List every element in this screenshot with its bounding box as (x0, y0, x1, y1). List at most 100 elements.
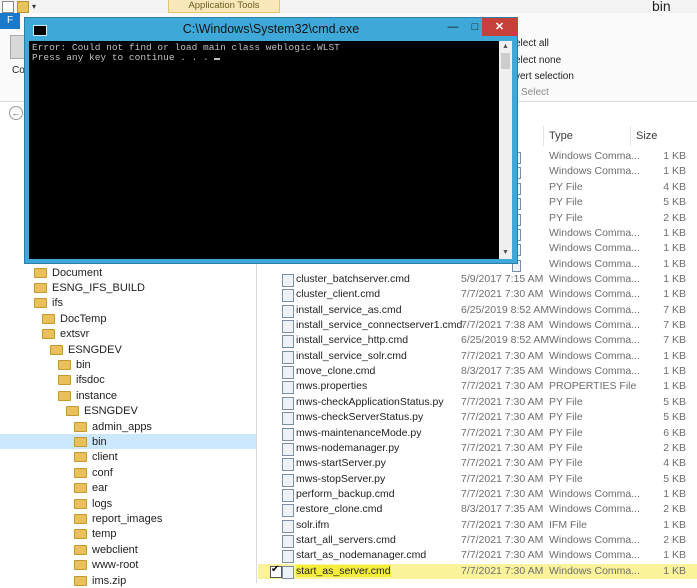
tree-item[interactable]: www-root (74, 558, 138, 573)
file-size: 5 KB (663, 395, 686, 408)
file-row[interactable]: restore_clone.cmd 8/3/2017 7:35 AM Windows… (258, 502, 697, 518)
row-checkbox[interactable] (270, 564, 282, 578)
console-output[interactable]: Error: Could not find or load main class… (29, 41, 499, 259)
tree-item-label: bin (92, 435, 107, 448)
file-size: 1 KB (663, 487, 686, 500)
tree-item[interactable]: DocTemp (42, 311, 106, 326)
file-row[interactable]: mws-stopServer.py 7/7/2021 7:30 AM PY File… (258, 472, 697, 487)
file-row-partial[interactable]: Windows Comma... 1 KB (519, 164, 697, 179)
chevron-down-icon[interactable]: ▾ (32, 2, 42, 12)
column-header-type[interactable]: Type (549, 130, 573, 142)
file-row[interactable]: install_service_solr.cmd 7/7/2021 7:30 AM… (258, 349, 697, 364)
file-row-partial[interactable]: PY File 4 KB (519, 180, 697, 195)
tree-item[interactable]: client (74, 450, 118, 465)
file-name: mws-stopServer.py (296, 472, 386, 485)
tree-item[interactable]: ESNGDEV (50, 342, 122, 357)
file-icon (282, 504, 294, 518)
file-row[interactable]: start_as_nodemanager.cmd 7/7/2021 7:30 AM… (258, 548, 697, 564)
column-separator[interactable] (543, 126, 544, 146)
file-row[interactable]: mws-checkServerStatus.py 7/7/2021 7:30 AM… (258, 410, 697, 426)
back-arrow-icon[interactable]: ← (9, 106, 23, 120)
file-row[interactable]: cluster_batchserver.cmd 5/9/2017 7:15 AM W… (258, 272, 697, 287)
file-row-partial[interactable]: Windows Comma... 1 KB (519, 241, 697, 256)
tab-application-tools[interactable]: Application Tools (168, 0, 280, 13)
file-row-partial[interactable]: PY File 2 KB (519, 211, 697, 226)
file-row-partial[interactable]: Windows Comma... 1 KB (519, 257, 697, 272)
minimize-button[interactable]: — (442, 18, 464, 36)
file-type: PY File (549, 457, 583, 470)
file-row[interactable]: solr.ifm 7/7/2021 7:30 AM IFM File 1 KB (258, 518, 697, 533)
tree-item[interactable]: conf (74, 465, 113, 480)
file-name: move_clone.cmd (296, 365, 376, 378)
scroll-down-icon[interactable]: ▼ (499, 247, 512, 259)
file-row[interactable]: mws-maintenanceMode.py 7/7/2021 7:30 AM PY… (258, 426, 697, 441)
tree-item[interactable]: bin (0, 434, 256, 450)
file-row[interactable]: install_service_connectserver1.cmd 7/7/20… (258, 318, 697, 334)
tree-item[interactable]: ESNG_IFS_BUILD (34, 280, 145, 295)
close-button[interactable]: ✕ (482, 18, 517, 36)
cmd-title-bar[interactable]: C:\Windows\System32\cmd.exe — □ ✕ (25, 18, 517, 40)
column-separator[interactable] (630, 126, 631, 146)
file-row-partial[interactable]: Windows Comma... 1 KB (519, 149, 697, 164)
tree-item[interactable]: extsvr (42, 327, 89, 342)
cmd-scrollbar[interactable]: ▲ ▼ (499, 41, 512, 259)
tab-file[interactable]: F (0, 13, 20, 29)
file-row[interactable]: perform_backup.cmd 7/7/2021 7:30 AM Window… (258, 487, 697, 502)
tree-item[interactable]: temp (74, 527, 116, 542)
file-size: 5 KB (663, 411, 686, 424)
tree-item[interactable]: Document (34, 265, 102, 280)
file-type: Windows Comma... (549, 257, 641, 270)
tree-item[interactable]: ims.zip (74, 573, 126, 588)
folder-icon (34, 282, 47, 293)
folder-icon (74, 544, 87, 555)
folder-icon (58, 390, 71, 401)
file-type: Windows Comma... (549, 288, 641, 301)
file-row[interactable]: cluster_client.cmd 7/7/2021 7:30 AM Window… (258, 287, 697, 303)
tree-item[interactable]: instance (58, 388, 117, 403)
tree-item[interactable]: admin_apps (74, 419, 152, 434)
file-row[interactable]: install_service_http.cmd 6/25/2019 8:52 A… (258, 333, 697, 349)
folder-icon (58, 375, 71, 386)
scroll-up-icon[interactable]: ▲ (499, 41, 512, 53)
file-row[interactable]: install_service_as.cmd 6/25/2019 8:52 AM W… (258, 303, 697, 318)
folder-icon (58, 359, 71, 370)
folder-icon (66, 406, 79, 417)
tree-item[interactable]: report_images (74, 511, 162, 526)
file-size: 1 KB (663, 242, 686, 255)
file-row[interactable]: start_all_servers.cmd 7/7/2021 7:30 AM Win… (258, 533, 697, 548)
file-icon (282, 458, 294, 472)
column-header-size[interactable]: Size (636, 130, 657, 142)
file-row[interactable]: move_clone.cmd 8/3/2017 7:35 AM Windows Co… (258, 364, 697, 380)
select-all-button[interactable]: elect all (515, 38, 549, 49)
file-size: 1 KB (663, 349, 686, 362)
quick-access-toolbar: ▾ (2, 0, 42, 13)
tree-item[interactable]: ifs (34, 296, 63, 311)
file-row[interactable]: start_as_server.cmd 7/7/2021 7:30 AM Windo… (258, 563, 697, 579)
file-row[interactable]: mws.properties 7/7/2021 7:30 AM PROPERTIES… (258, 379, 697, 395)
tree-item[interactable]: webclient (74, 542, 138, 557)
properties-icon[interactable] (2, 0, 14, 13)
file-row-partial[interactable]: Windows Comma... 1 KB (519, 226, 697, 241)
file-row[interactable]: mws-startServer.py 7/7/2021 7:30 AM PY Fil… (258, 456, 697, 472)
file-row[interactable]: mws-nodemanager.py 7/7/2021 7:30 AM PY Fil… (258, 441, 697, 456)
folder-icon (74, 467, 87, 478)
tree-item[interactable]: ifsdoc (58, 373, 105, 388)
tree-item[interactable]: bin (58, 357, 91, 372)
file-row[interactable]: mws-checkApplicationStatus.py 7/7/2021 7:… (258, 395, 697, 410)
file-name: mws-checkApplicationStatus.py (296, 395, 444, 408)
tree-item[interactable]: logs (74, 496, 112, 511)
tree-item-label: report_images (92, 512, 163, 525)
tree-item[interactable]: ear (74, 481, 108, 496)
folder-icon[interactable] (17, 0, 29, 13)
scroll-thumb[interactable] (501, 53, 510, 69)
file-type: PY File (549, 395, 583, 408)
file-row-partial[interactable]: PY File 5 KB (519, 195, 697, 210)
select-all-text: elect all (515, 38, 549, 49)
file-name: start_as_server.cmd (296, 564, 391, 577)
file-size: 6 KB (663, 426, 686, 439)
select-none-button[interactable]: elect none (515, 55, 561, 66)
tree-item[interactable]: ESNGDEV (66, 404, 138, 419)
folder-icon (74, 421, 87, 432)
file-icon (282, 427, 294, 441)
invert-selection-button[interactable]: vert selection (515, 71, 574, 82)
